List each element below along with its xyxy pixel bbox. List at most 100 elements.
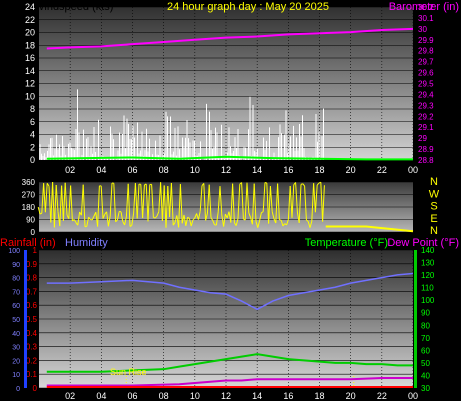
x-tick: 22 — [377, 165, 387, 175]
x-tick: 06 — [127, 165, 137, 175]
windspeed-tick: 16 — [25, 53, 35, 63]
rainfall-tick: 0.5 — [26, 315, 38, 324]
temperature-tick-labels: 30405060708090100110120130140 — [421, 246, 435, 393]
rainfall-tick: 0.1 — [26, 370, 38, 379]
barometer-tick: 29.9 — [418, 36, 434, 45]
x-tick: 00 — [408, 165, 418, 175]
humidity-axis-bar — [24, 250, 27, 388]
barometer-tick: 29.6 — [418, 69, 434, 78]
barometer-tick: 29 — [418, 134, 427, 143]
direction-compass-labels: NWSEN — [429, 176, 440, 237]
direction-mark — [264, 181, 267, 184]
x-tick: 12 — [221, 391, 231, 401]
sunrise-label: Sun Rise — [110, 367, 147, 377]
windspeed-tick: 14 — [25, 66, 35, 76]
windspeed-tick: 10 — [25, 91, 35, 101]
temperature-tick: 110 — [421, 284, 434, 293]
x-tick: 14 — [252, 165, 262, 175]
x-tick: 20 — [346, 391, 356, 401]
x-tick: 18 — [314, 391, 324, 401]
windspeed-tick: 4 — [30, 130, 35, 140]
humidity-tick: 20 — [12, 358, 20, 365]
x-tick: 02 — [65, 165, 75, 175]
x-tick: 20 — [346, 165, 356, 175]
windspeed-tick: 20 — [25, 28, 35, 38]
wind-x-tick-labels: 02 04 06 08 10 12 14 16 18 20 22 00 — [65, 165, 418, 175]
temperature-tick: 50 — [421, 359, 430, 368]
temperature-tick: 80 — [421, 321, 430, 330]
barometer-tick: 29.8 — [418, 47, 434, 56]
direction-tick: 270 — [22, 191, 36, 200]
windspeed-tick: 8 — [30, 104, 35, 114]
direction-tick: 90 — [26, 216, 35, 225]
x-tick: 10 — [190, 391, 200, 401]
compass-tick: S — [430, 201, 437, 213]
compass-tick: E — [430, 213, 437, 225]
x-tick: 08 — [159, 165, 169, 175]
humidity-tick: 40 — [12, 331, 20, 338]
humidity-axis-label: Humidity — [65, 237, 108, 249]
barometer-tick: 29.7 — [418, 58, 434, 67]
barometer-tick: 28.9 — [418, 145, 434, 154]
x-tick: 04 — [96, 391, 106, 401]
humidity-tick: 90 — [12, 262, 20, 269]
barometer-tick-labels: 28.8 28.9 29 29.1 29.2 29.3 29.429.5 29.6 29.7 29… — [418, 3, 434, 165]
rainfall-tick: 0.9 — [26, 260, 38, 269]
barometer-tick: 28.8 — [418, 156, 434, 165]
humidity-tick: 10 — [12, 372, 20, 379]
x-tick: 00 — [408, 391, 418, 401]
windspeed-tick: 18 — [25, 40, 35, 50]
compass-tick: N — [430, 176, 438, 188]
rainfall-tick: 0.6 — [26, 301, 38, 310]
x-tick: 22 — [377, 391, 387, 401]
dew-point-axis-label: Dew Point (°F) — [387, 237, 459, 249]
barometer-tick: 29.5 — [418, 80, 434, 89]
windspeed-tick: 2 — [30, 142, 35, 152]
x-tick: 16 — [283, 165, 293, 175]
x-tick: 12 — [221, 165, 231, 175]
rainfall-tick: 0.7 — [26, 287, 38, 296]
temperature-tick: 120 — [421, 271, 435, 280]
barometer-tick: 29.3 — [418, 101, 434, 110]
direction-tick: 180 — [22, 203, 36, 212]
windspeed-tick: 6 — [30, 117, 35, 127]
direction-degree-labels: 0 90 180 270 360 — [22, 178, 36, 237]
barometer-tick: 30.1 — [418, 14, 434, 23]
x-tick: 02 — [65, 391, 75, 401]
compass-tick: W — [429, 188, 440, 200]
humidity-tick: 30 — [12, 345, 20, 352]
x-tick: 14 — [252, 391, 262, 401]
direction-tick: 0 — [31, 228, 36, 237]
temperature-axis-label: Temperature (°F) — [305, 237, 388, 249]
humidity-tick: 0 — [16, 386, 20, 393]
direction-tick: 360 — [22, 178, 36, 187]
x-tick: 08 — [159, 391, 169, 401]
bottom-x-tick-labels: 02 04 06 08 10 12 14 16 18 20 22 00 — [65, 391, 418, 401]
weather-graph: 0 2 4 6 8 10 12 14 16 18 20 22 24 28.8 28.9 29 29.1 29.2… — [0, 0, 461, 401]
rainfall-tick: 0.2 — [26, 356, 38, 365]
rainfall-tick: 0.4 — [26, 329, 38, 338]
windspeed-tick: 0 — [30, 155, 35, 165]
chart-title: 24 hour graph day : May 20 2025 — [167, 1, 329, 13]
chart-canvas: 024681012141618202224 28.828.92929.129.2… — [0, 1, 459, 401]
rainfall-tick: 0.8 — [26, 274, 38, 283]
humidity-tick: 80 — [12, 276, 20, 283]
x-tick: 16 — [283, 391, 293, 401]
temperature-tick: 70 — [421, 334, 430, 343]
rainfall-axis-label: Rainfall (in) — [0, 237, 56, 249]
rainfall-tick: 0.3 — [26, 343, 38, 352]
barometer-axis-label: Barometer (in) — [389, 1, 459, 13]
humidity-tick: 60 — [12, 303, 20, 310]
x-tick: 06 — [127, 391, 137, 401]
windspeed-axis-label: Windspeed (kts) — [34, 1, 113, 13]
temperature-tick: 130 — [421, 259, 435, 268]
humidity-tick: 70 — [12, 289, 20, 296]
temperature-tick: 60 — [421, 346, 430, 355]
barometer-tick: 29.4 — [418, 90, 434, 99]
windspeed-tick: 12 — [25, 79, 35, 89]
humidity-tick: 100 — [8, 248, 20, 255]
rainfall-tick: 0 — [33, 384, 38, 393]
barometer-tick: 29.2 — [418, 112, 434, 121]
temperature-tick: 100 — [421, 296, 435, 305]
x-tick: 18 — [314, 165, 324, 175]
